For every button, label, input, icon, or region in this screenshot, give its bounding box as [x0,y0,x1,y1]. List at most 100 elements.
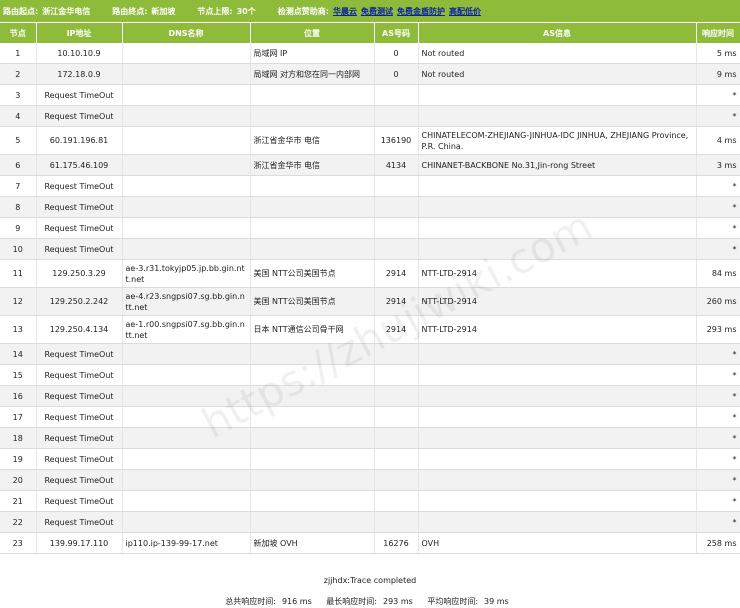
ip-cell: Request TimeOut [36,385,123,407]
table-row: 5 60.191.196.81 浙江省金华市 电信 136190 CHINATELECO… [0,126,740,155]
location-cell: 局域网 对方和您在同一内部网 [250,63,375,85]
response-time-cell: * [696,448,740,470]
high-spec-link[interactable]: 高配低价 [449,6,481,17]
table-row: 16 Request TimeOut * [0,385,740,407]
dns-cell [122,105,251,127]
table-row: 7 Request TimeOut * [0,175,740,197]
dns-cell [122,154,251,176]
asinfo-cell [418,385,697,407]
ip-cell: Request TimeOut [36,364,123,386]
ip-cell: Request TimeOut [36,469,123,491]
dns-cell [122,427,251,449]
asn-cell [374,343,419,365]
response-time-cell: * [696,84,740,106]
asinfo-cell: NTT-LTD-2914 [418,287,697,316]
table-row: 12 129.250.2.242 ae-4.r23.sngpsi07.sg.bb.g… [0,287,740,316]
ip-cell: 139.99.17.110 [36,532,123,554]
hop-cell: 7 [0,175,37,197]
asinfo-cell [418,238,697,260]
location-cell [250,364,375,386]
table-row: 14 Request TimeOut * [0,343,740,365]
traceroute-table: 节点 IP地址 DNS名称 位置 AS号码 AS信息 响应时间 1 10.10.1… [0,23,740,554]
location-cell [250,406,375,428]
asn-cell [374,364,419,386]
col-dns-header: DNS名称 [122,23,251,43]
ip-cell: Request TimeOut [36,427,123,449]
asinfo-cell [418,175,697,197]
hop-cell: 12 [0,287,37,316]
dns-cell [122,126,251,155]
table-row: 17 Request TimeOut * [0,406,740,428]
dns-cell [122,469,251,491]
col-asinfo-header: AS信息 [418,23,697,43]
table-row: 2 172.18.0.9 局域网 对方和您在同一内部网 0 Not routed 9 ms [0,63,740,85]
location-cell [250,448,375,470]
asn-cell: 4134 [374,154,419,176]
dns-cell: ip110.ip-139-99-17.net [122,532,251,554]
response-time-cell: 4 ms [696,126,740,155]
asinfo-cell [418,448,697,470]
sponsor-label: 检测点赞助商: [277,6,329,16]
asn-cell: 0 [374,43,419,64]
hop-cell: 2 [0,63,37,85]
table-row: 20 Request TimeOut * [0,469,740,491]
asinfo-cell [418,490,697,512]
dns-cell [122,196,251,218]
table-header-row: 节点 IP地址 DNS名称 位置 AS号码 AS信息 响应时间 [0,23,740,43]
location-cell [250,490,375,512]
hop-cell: 18 [0,427,37,449]
asn-cell [374,406,419,428]
asinfo-cell [418,84,697,106]
table-row: 23 139.99.17.110 ip110.ip-139-99-17.net 新加坡… [0,532,740,554]
asinfo-cell: Not routed [418,63,697,85]
table-row: 9 Request TimeOut * [0,217,740,239]
location-cell: 美国 NTT公司美国节点 [250,259,375,288]
asinfo-cell: CHINANET-BACKBONE No.31,Jin-rong Street [418,154,697,176]
asn-cell: 2914 [374,315,419,344]
col-time-header: 响应时间 [696,23,740,43]
hop-cell: 13 [0,315,37,344]
hop-cell: 10 [0,238,37,260]
hop-cell: 5 [0,126,37,155]
asinfo-cell: Not routed [418,43,697,64]
col-location-header: 位置 [250,23,375,43]
hop-cell: 3 [0,84,37,106]
asn-cell: 2914 [374,259,419,288]
ip-cell: Request TimeOut [36,511,123,533]
asn-cell: 0 [374,63,419,85]
route-end-value: 新加坡 [151,6,176,16]
response-time-cell: * [696,490,740,512]
asinfo-cell: OVH [418,532,697,554]
dns-cell [122,343,251,365]
total-time-label: 总共响应时间: [225,597,276,606]
dns-cell [122,217,251,239]
free-protection-link[interactable]: 免费金盾防护 [397,6,445,17]
table-row: 15 Request TimeOut * [0,364,740,386]
sponsor-link[interactable]: 华晨云 [333,6,357,17]
response-time-cell: * [696,217,740,239]
asn-cell [374,217,419,239]
ip-cell: 172.18.0.9 [36,63,123,85]
max-time-label: 最长响应时间: [326,597,377,606]
route-start-value: 浙江金华电信 [42,6,91,16]
hop-cell: 15 [0,364,37,386]
location-cell [250,217,375,239]
location-cell [250,105,375,127]
dns-cell [122,63,251,85]
table-row: 19 Request TimeOut * [0,448,740,470]
dns-cell [122,175,251,197]
free-test-link[interactable]: 免费测试 [361,6,393,17]
ip-cell: Request TimeOut [36,490,123,512]
location-cell [250,469,375,491]
location-cell: 局域网 IP [250,43,375,64]
asn-cell: 136190 [374,126,419,155]
asinfo-cell [418,343,697,365]
asn-cell: 16276 [374,532,419,554]
asn-cell [374,238,419,260]
dns-cell [122,490,251,512]
hop-cell: 22 [0,511,37,533]
hop-cell: 6 [0,154,37,176]
ip-cell: Request TimeOut [36,343,123,365]
response-time-cell: * [696,469,740,491]
location-cell [250,511,375,533]
